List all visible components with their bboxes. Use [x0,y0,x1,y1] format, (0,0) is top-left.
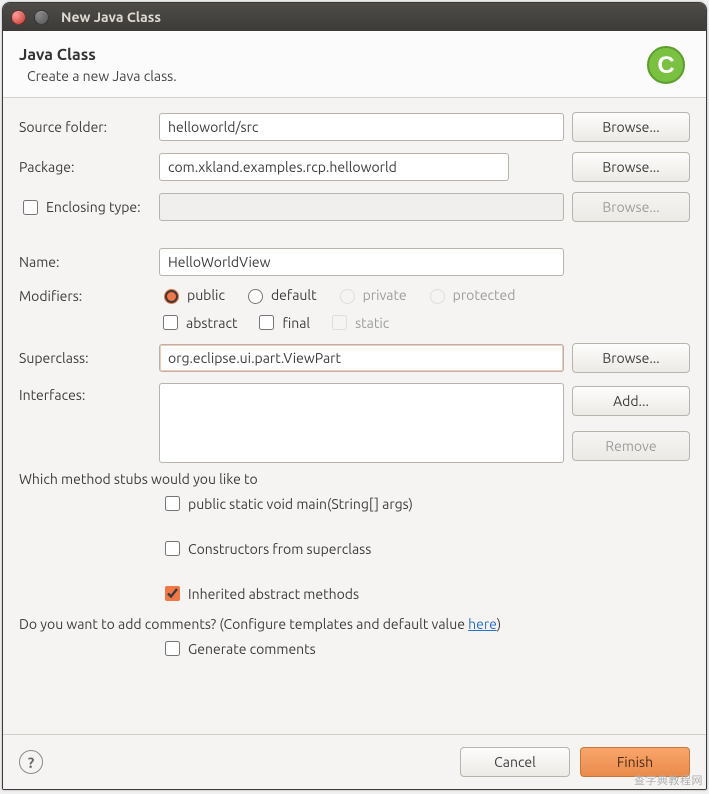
watermark-text: 查字典教程网 [634,772,703,788]
dialog-footer: ? Cancel Finish [3,734,706,789]
label-enclosing-type: Enclosing type: [46,199,141,215]
enclosing-type-input [159,193,564,221]
add-interface-button[interactable]: Add... [572,386,690,416]
class-icon: C [642,41,690,89]
package-input[interactable] [159,153,509,181]
radio-public[interactable] [164,289,179,304]
check-constructors[interactable] [165,541,180,556]
page-title: Java Class [19,46,642,64]
browse-enclosing-button: Browse... [572,192,690,222]
modifier-protected: protected [425,286,516,304]
radio-protected [430,289,445,304]
enclosing-type-checkbox[interactable] [23,200,38,215]
modifier-final[interactable]: final [255,312,310,333]
source-folder-input[interactable] [159,113,564,141]
check-generate-comments[interactable] [165,641,180,656]
radio-default[interactable] [248,289,263,304]
page-subtitle: Create a new Java class. [27,68,642,84]
stubs-question: Which method stubs would you like to [3,467,706,487]
label-superclass: Superclass: [19,350,151,366]
form-grid: Source folder: Browse... Package: Browse… [3,98,706,467]
stubs-options: public static void main(String[] args) C… [3,487,706,612]
enclosing-type-check[interactable]: Enclosing type: [19,197,151,218]
svg-text:C: C [657,52,674,79]
radio-private [340,289,355,304]
titlebar: New Java Class [3,3,706,31]
modifier-default[interactable]: default [243,286,317,304]
label-package: Package: [19,159,151,175]
modifier-public[interactable]: public [159,286,225,304]
modifier-private: private [335,286,407,304]
window-title: New Java Class [61,9,161,25]
check-static [332,315,347,330]
dialog-content: Java Class Create a new Java class. C So… [3,31,706,789]
stub-main[interactable]: public static void main(String[] args) [161,493,690,514]
cancel-button[interactable]: Cancel [460,747,570,777]
check-main[interactable] [165,496,180,511]
comments-question: Do you want to add comments? (Configure … [3,612,706,636]
superclass-input[interactable] [159,344,564,372]
generate-comments[interactable]: Generate comments [161,638,690,659]
interfaces-list[interactable] [159,383,564,463]
check-inherited[interactable] [165,586,180,601]
stub-constructors[interactable]: Constructors from superclass [161,538,690,559]
configure-templates-link[interactable]: here [468,616,497,632]
label-modifiers: Modifiers: [19,286,151,304]
close-icon[interactable] [11,10,26,25]
minimize-icon[interactable] [34,10,49,25]
modifiers-group: public default private protected [159,286,690,333]
browse-superclass-button[interactable]: Browse... [572,343,690,373]
browse-source-button[interactable]: Browse... [572,112,690,142]
check-abstract[interactable] [163,315,178,330]
check-final[interactable] [259,315,274,330]
label-name: Name: [19,254,151,270]
modifier-abstract[interactable]: abstract [159,312,237,333]
label-interfaces: Interfaces: [19,383,151,403]
remove-interface-button: Remove [572,431,690,461]
dialog-window: New Java Class Java Class Create a new J… [2,2,707,790]
help-icon[interactable]: ? [19,750,43,774]
modifier-static: static [328,312,389,333]
label-source-folder: Source folder: [19,119,151,135]
name-input[interactable] [159,248,564,276]
dialog-header: Java Class Create a new Java class. C [3,31,706,98]
browse-package-button[interactable]: Browse... [572,152,690,182]
stub-inherited[interactable]: Inherited abstract methods [161,583,690,604]
spacer [19,232,690,238]
